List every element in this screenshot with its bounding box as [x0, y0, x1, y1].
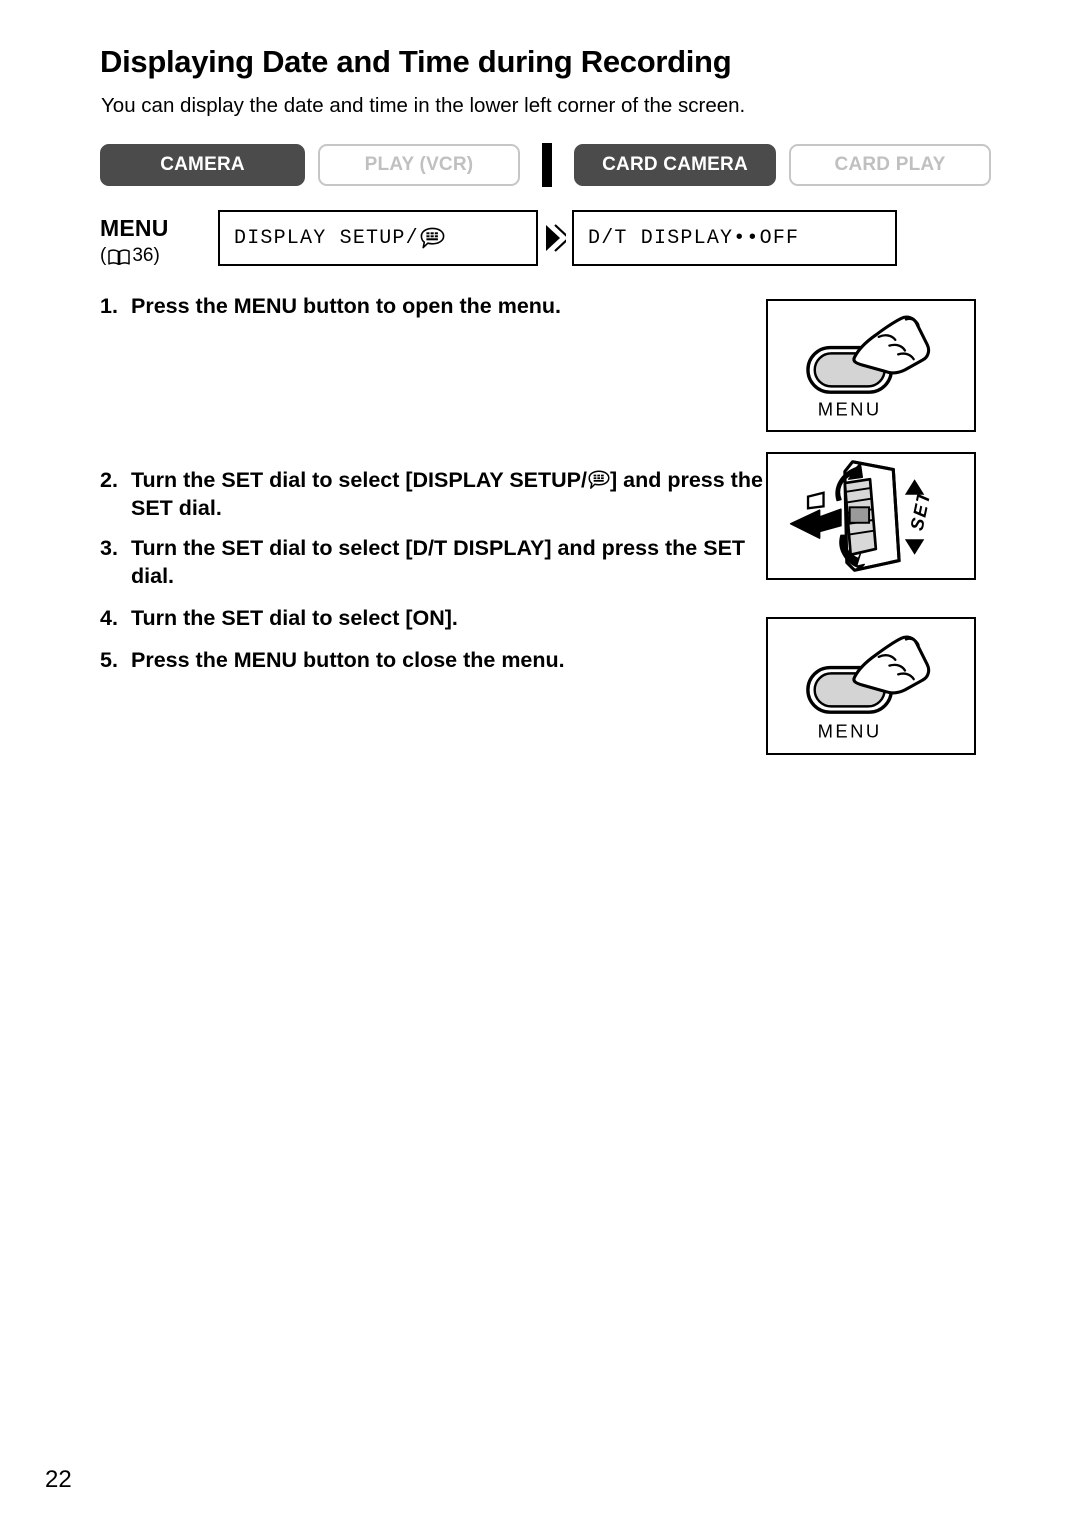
step-2-bubble-icon	[588, 470, 610, 490]
step-3: 3. Turn the SET dial to select [D/T DISP…	[100, 534, 765, 591]
menu-path-arrow-icon	[538, 210, 572, 266]
svg-text:SET: SET	[906, 488, 935, 532]
step-5: 5. Press the MENU button to close the me…	[100, 646, 765, 675]
step-4-text: Turn the SET dial to select [ON].	[131, 605, 458, 630]
page-title-text: Displaying Date and Time during Recordin…	[100, 44, 732, 79]
page-number: 22	[45, 1466, 72, 1493]
manual-page: Displaying Date and Time during Recordin…	[0, 0, 1080, 1526]
step-2-text-before: Turn the SET dial to select [DISPLAY SET…	[131, 467, 587, 492]
mode-button-camera-label: CAMERA	[160, 154, 245, 175]
step-1-illustration-spacer	[100, 321, 765, 466]
step-3-text: Turn the SET dial to select [D/T DISPLAY…	[131, 535, 746, 589]
illustration-menu-button-press-open: MENU	[766, 299, 976, 432]
step-3-number: 3.	[100, 535, 118, 560]
menu-path-row: MENU ( 36) DISPLAY SETUP/ D/T DISPLAY••O…	[100, 210, 897, 270]
step-1-number: 1.	[100, 294, 118, 318]
mode-button-play-vcr[interactable]: PLAY (VCR)	[318, 144, 520, 186]
mode-group-divider	[542, 143, 552, 187]
step-4: 4. Turn the SET dial to select [ON].	[100, 604, 765, 633]
step-2: 2. Turn the SET dial to select [DISPLAY …	[100, 466, 765, 523]
illustration-menu-button-press-close: MENU	[766, 617, 976, 755]
menu-item-display-setup[interactable]: DISPLAY SETUP/	[218, 210, 538, 266]
mode-button-row: CAMERA PLAY (VCR) CARD CAMERA CARD PLAY	[100, 143, 991, 187]
step-5-number: 5.	[100, 647, 118, 672]
svg-text:MENU: MENU	[818, 720, 882, 741]
menu-item-dt-display[interactable]: D/T DISPLAY••OFF	[572, 210, 897, 266]
step-1-text: Press the MENU button to open the menu.	[131, 294, 562, 318]
step-4-number: 4.	[100, 605, 118, 630]
intro-paragraph: You can display the date and time in the…	[101, 94, 746, 117]
mode-button-card-play[interactable]: CARD PLAY	[789, 144, 991, 186]
page-reference-open-paren: (	[100, 245, 107, 267]
menu-item-dt-display-label: D/T DISPLAY••OFF	[588, 226, 800, 250]
menu-path-label-text: MENU	[100, 215, 169, 241]
menu-path-label: MENU ( 36)	[100, 210, 218, 270]
step-2-number: 2.	[100, 467, 118, 492]
mode-button-card-camera-label: CARD CAMERA	[602, 154, 748, 175]
display-setup-bubble-icon	[420, 227, 445, 250]
svg-text:MENU: MENU	[818, 398, 882, 419]
book-icon	[108, 248, 131, 266]
illustration-set-dial: SET	[766, 452, 976, 580]
mode-button-card-play-label: CARD PLAY	[834, 154, 946, 175]
step-5-text: Press the MENU button to close the menu.	[131, 647, 565, 672]
mode-button-play-vcr-label: PLAY (VCR)	[364, 154, 474, 175]
page-title: Displaying Date and Time during Recordin…	[100, 44, 980, 79]
step-2-text: Turn the SET dial to select [DISPLAY SET…	[131, 466, 765, 523]
mode-button-card-camera[interactable]: CARD CAMERA	[574, 144, 776, 186]
menu-page-reference: ( 36)	[100, 243, 218, 270]
step-1: 1. Press the MENU button to open the men…	[100, 292, 765, 321]
page-reference-number: 36)	[132, 245, 160, 267]
mode-button-camera[interactable]: CAMERA	[100, 144, 305, 186]
menu-item-display-setup-label: DISPLAY SETUP/	[234, 226, 419, 250]
instruction-step-list: 1. Press the MENU button to open the men…	[100, 292, 765, 674]
